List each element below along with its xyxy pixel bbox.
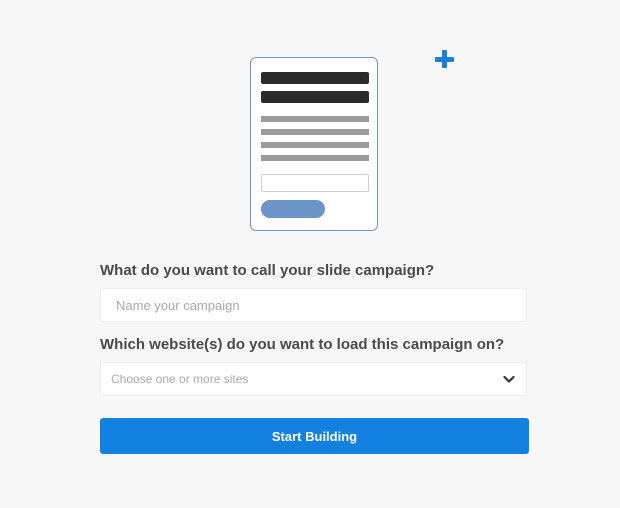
illustration-text-line <box>261 129 369 135</box>
illustration-input <box>261 174 369 192</box>
campaign-name-input[interactable] <box>100 288 527 322</box>
website-select[interactable]: Choose one or more sites <box>100 362 527 396</box>
campaign-name-label: What do you want to call your slide camp… <box>100 262 435 279</box>
website-label: Which website(s) do you want to load thi… <box>100 336 505 353</box>
illustration-button <box>261 200 325 218</box>
plus-icon <box>434 49 456 71</box>
illustration-text-line <box>261 142 369 148</box>
start-building-button[interactable]: Start Building <box>100 418 529 454</box>
campaign-illustration <box>250 57 378 231</box>
illustration-title-bar <box>261 72 369 84</box>
illustration-text-line <box>261 155 369 161</box>
illustration-title-bar <box>261 91 369 103</box>
chevron-down-icon[interactable] <box>502 372 516 386</box>
website-select-placeholder: Choose one or more sites <box>111 372 249 386</box>
illustration-text-line <box>261 116 369 122</box>
